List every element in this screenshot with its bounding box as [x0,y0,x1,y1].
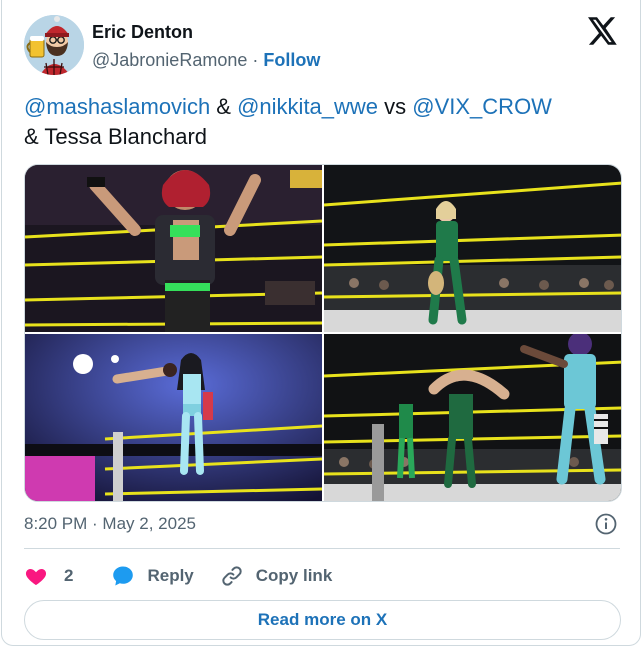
media-photo-3[interactable] [25,334,322,501]
author-handle[interactable]: @JabronieRamone [92,50,247,70]
media-photo-4[interactable] [324,334,621,501]
media-photo-2[interactable] [324,165,621,332]
author-name[interactable]: Eric Denton [92,22,193,43]
divider [24,548,620,549]
reply-label: Reply [147,566,194,585]
x-logo-icon[interactable] [588,17,618,45]
tweet-text-vs: vs [378,94,413,119]
info-icon[interactable] [594,512,618,536]
copy-link-button[interactable]: Copy link [220,564,333,588]
tweet-timestamp[interactable]: 8:20 PM · May 2, 2025 [24,514,196,534]
reply-icon [113,566,134,586]
avatar[interactable] [24,15,84,75]
like-count: 2 [64,566,74,585]
tweet-text: @mashaslamovich & @nikkita_wwe vs @VIX_C… [24,92,624,152]
tweet-text-tail: & Tessa Blanchard [24,124,208,149]
separator-dot: · [252,50,259,70]
media-grid [24,164,622,502]
copy-link-label: Copy link [255,566,333,585]
link-icon [222,566,242,586]
heart-icon [25,569,47,585]
follow-button[interactable]: Follow [263,50,320,70]
reply-button[interactable]: Reply [111,564,194,588]
mention-link[interactable]: @VIX_CROW [412,94,552,119]
like-button[interactable]: 2 [24,564,73,588]
mention-link[interactable]: @nikkita_wwe [237,94,378,119]
author-handle-row: @JabronieRamone · Follow [92,50,320,71]
read-more-button[interactable]: Read more on X [24,600,621,640]
tweet-text-amp: & [210,94,238,119]
action-bar: 2 Reply Copy link [24,562,356,590]
tweet-card: Eric Denton @JabronieRamone · Follow @ma… [1,0,641,646]
media-photo-1[interactable] [25,165,322,332]
mention-link[interactable]: @mashaslamovich [24,94,210,119]
